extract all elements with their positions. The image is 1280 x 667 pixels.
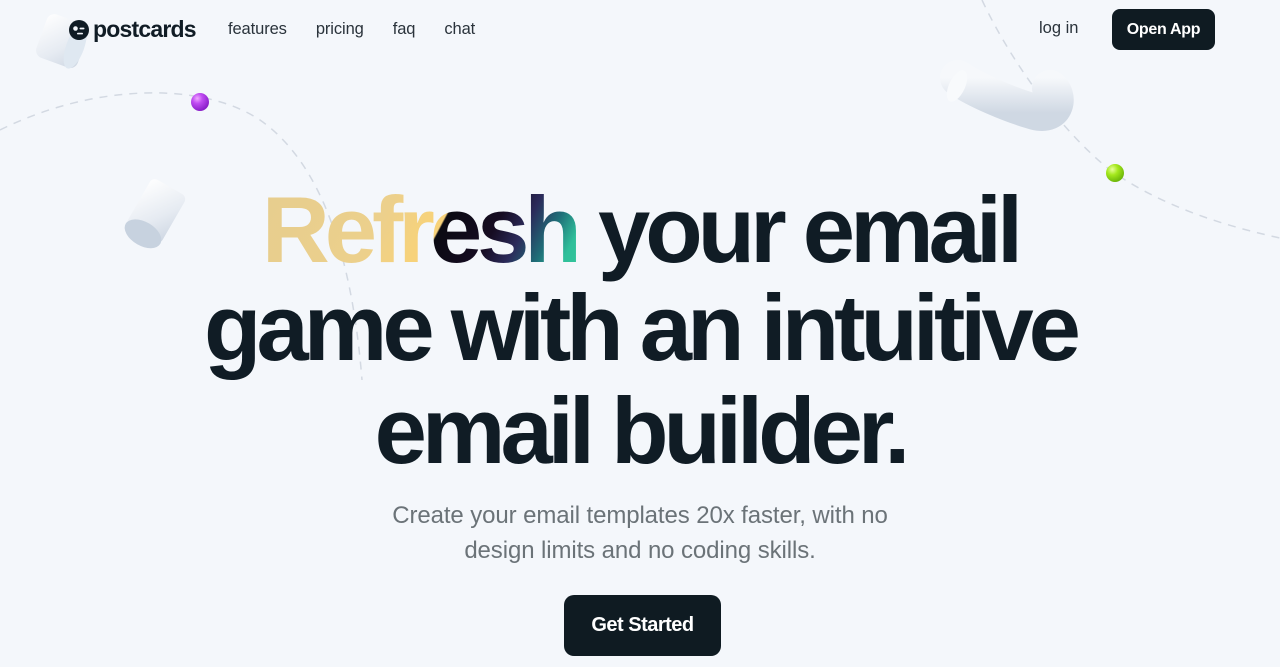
brand-name: postcards <box>93 16 197 42</box>
nav-link-faq[interactable]: faq <box>393 20 416 39</box>
get-started-button[interactable]: Get Started <box>564 595 721 656</box>
login-link[interactable]: log in <box>1039 19 1078 38</box>
nav-link-features[interactable]: features <box>228 20 287 39</box>
purple-sphere <box>191 93 209 111</box>
headline-highlight-word: Refresh <box>261 177 582 282</box>
open-app-button[interactable]: Open App <box>1112 9 1215 50</box>
subtitle-line-2: design limits and no coding skills. <box>464 537 816 564</box>
logo-face-icon <box>69 19 89 40</box>
headline-line-2: game with an intuitive <box>204 275 1081 380</box>
headline-line-1: Refresh your email <box>0 180 1280 280</box>
hero-subtitle: Create your email templates 20x faster, … <box>0 498 1280 568</box>
headline-line-3: email builder. <box>374 378 911 483</box>
headline-line-1-rest: your email <box>576 177 1023 282</box>
subtitle-line-1: Create your email templates 20x faster, … <box>392 502 888 529</box>
nav-link-chat[interactable]: chat <box>444 20 475 39</box>
nav-link-pricing[interactable]: pricing <box>316 20 364 39</box>
brand-logo[interactable]: postcards <box>69 16 197 43</box>
curved-tube-shape <box>940 60 1074 131</box>
nav-links: features pricing faq chat <box>228 20 504 39</box>
top-navigation: postcards features pricing faq chat log … <box>0 0 1280 60</box>
